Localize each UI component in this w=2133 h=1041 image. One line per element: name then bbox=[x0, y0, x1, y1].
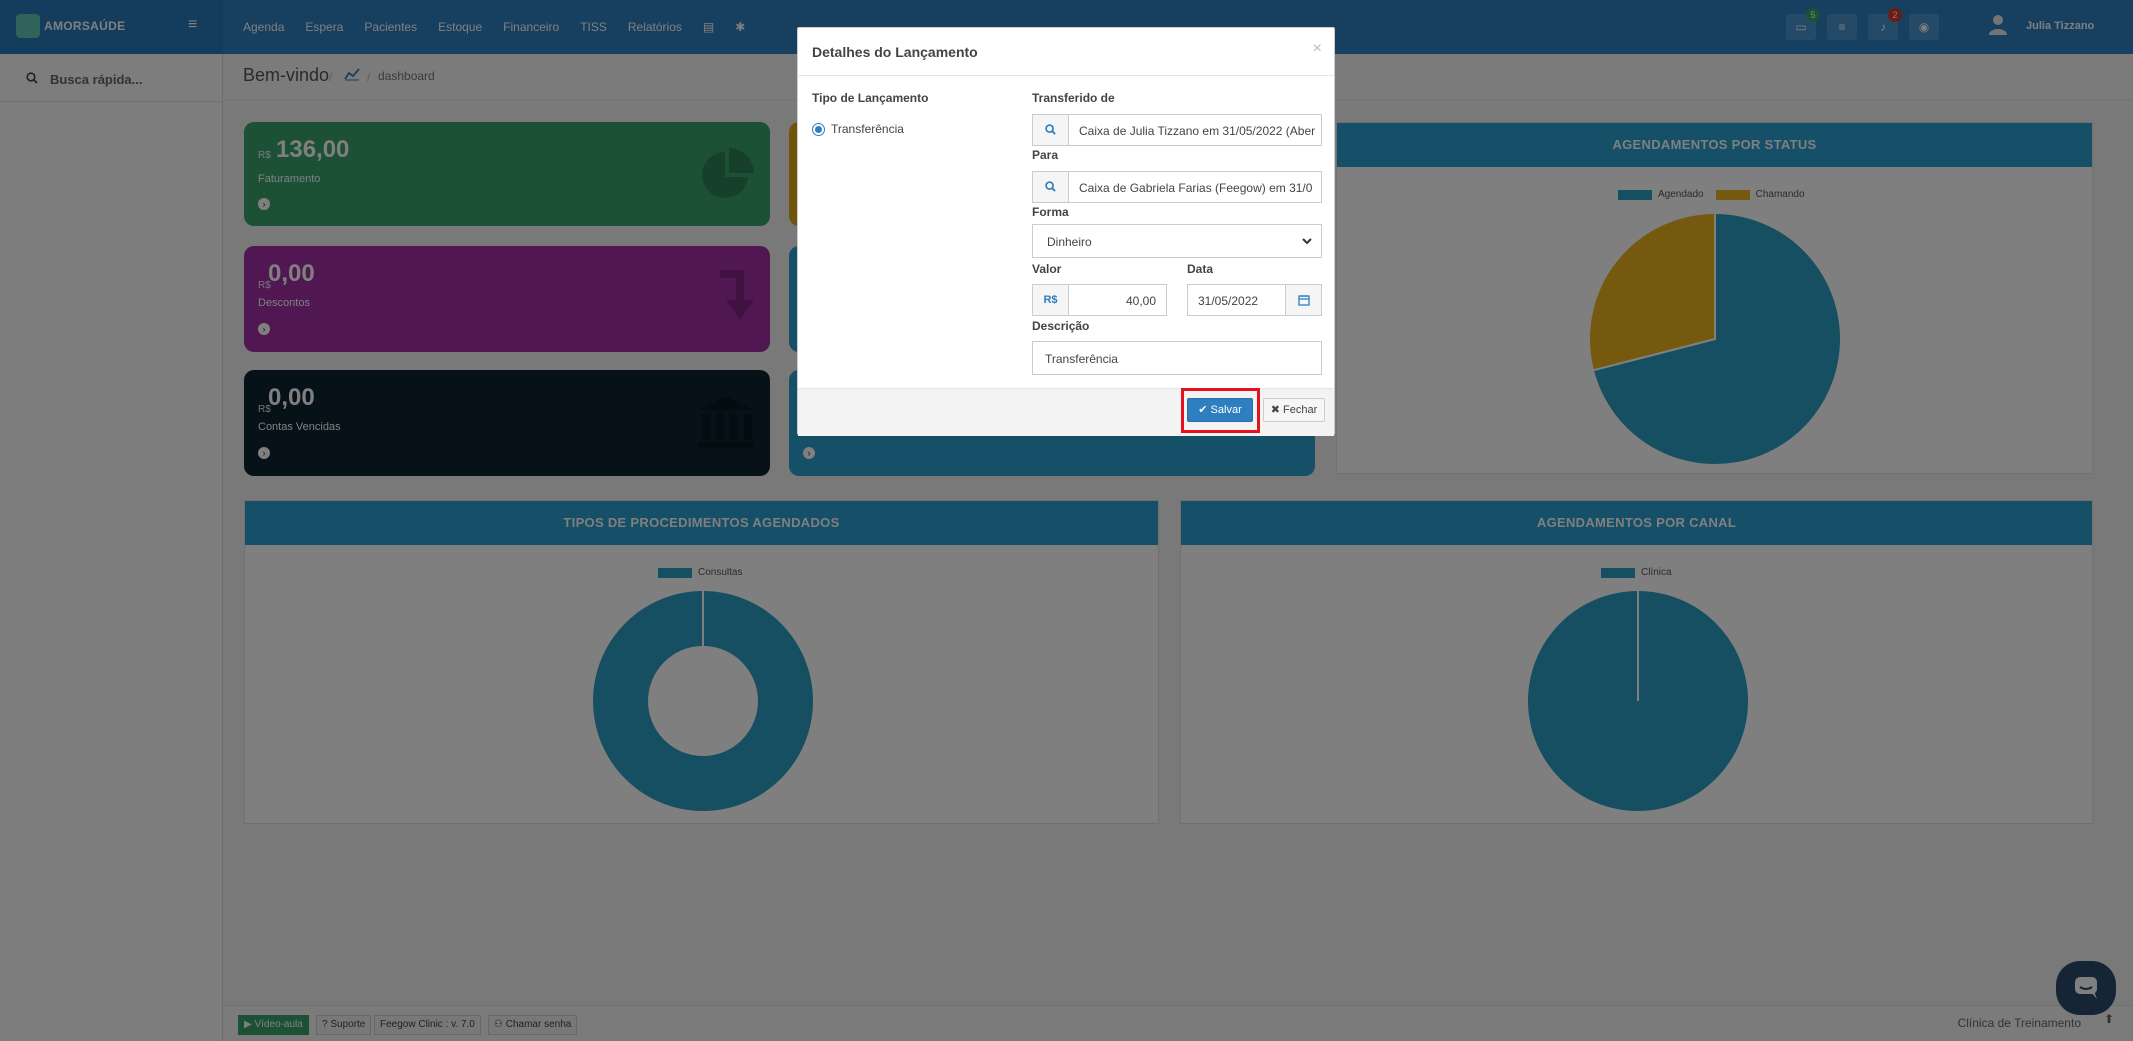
descricao-value: Transferência bbox=[1045, 352, 1118, 366]
forma-selected-value: Dinheiro bbox=[1047, 235, 1092, 249]
tipo-transferencia-radio[interactable]: Transferência bbox=[812, 122, 904, 136]
para-value: Caixa de Gabriela Farias (Feegow) em 31/… bbox=[1079, 181, 1313, 195]
search-icon[interactable] bbox=[1033, 115, 1069, 145]
close-button[interactable]: ✖ Fechar bbox=[1263, 398, 1325, 422]
valor-label: Valor bbox=[1032, 262, 1062, 276]
transferido-de-field[interactable]: Caixa de Julia Tizzano em 31/05/2022 (Ab… bbox=[1032, 114, 1322, 146]
search-icon[interactable] bbox=[1033, 172, 1069, 202]
close-icon[interactable]: × bbox=[1313, 40, 1322, 58]
currency-addon: R$ bbox=[1033, 285, 1069, 315]
radio-label: Transferência bbox=[831, 122, 904, 136]
para-field[interactable]: Caixa de Gabriela Farias (Feegow) em 31/… bbox=[1032, 171, 1322, 203]
calendar-icon[interactable] bbox=[1285, 285, 1321, 315]
close-label: Fechar bbox=[1283, 404, 1318, 416]
modal-title: Detalhes do Lançamento bbox=[812, 44, 978, 60]
launch-details-modal: Detalhes do Lançamento × Tipo de Lançame… bbox=[797, 27, 1335, 436]
radio-button[interactable] bbox=[812, 122, 825, 136]
transferido-de-value: Caixa de Julia Tizzano em 31/05/2022 (Ab… bbox=[1079, 124, 1315, 138]
save-button-highlight bbox=[1181, 388, 1260, 433]
forma-select[interactable]: Dinheiro bbox=[1032, 224, 1322, 258]
descricao-label: Descrição bbox=[1032, 319, 1090, 333]
valor-field[interactable]: R$ 40,00 bbox=[1032, 284, 1167, 316]
data-value: 31/05/2022 bbox=[1198, 294, 1259, 308]
data-field[interactable]: 31/05/2022 bbox=[1187, 284, 1322, 316]
valor-value: 40,00 bbox=[1125, 294, 1156, 308]
chevron-down-icon bbox=[1302, 238, 1312, 245]
forma-label: Forma bbox=[1032, 205, 1069, 219]
descricao-field[interactable]: Transferência bbox=[1032, 341, 1322, 375]
data-label: Data bbox=[1187, 262, 1214, 276]
transferido-de-label: Transferido de bbox=[1032, 91, 1115, 105]
modal-header: Detalhes do Lançamento × bbox=[798, 28, 1334, 76]
tipo-lancamento-label: Tipo de Lançamento bbox=[812, 91, 929, 105]
para-label: Para bbox=[1032, 148, 1059, 162]
